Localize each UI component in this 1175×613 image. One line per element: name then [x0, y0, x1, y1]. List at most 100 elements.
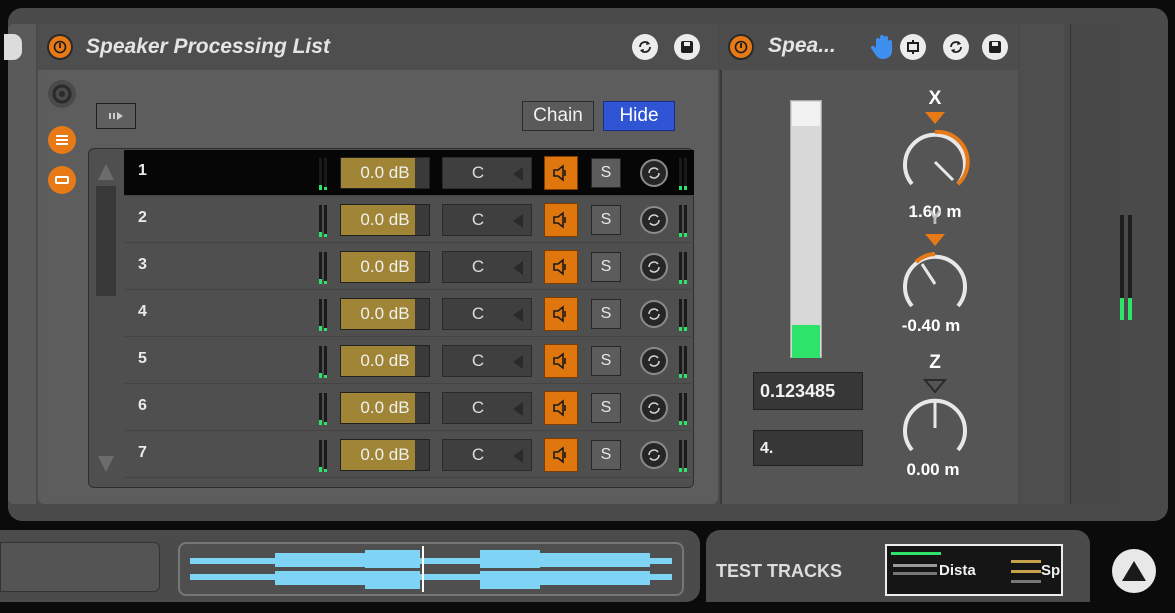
speaker-device-title: Spea... — [768, 34, 836, 57]
save-preset-icon[interactable] — [4, 34, 22, 60]
power-icon[interactable] — [728, 34, 754, 60]
pan-value: C — [471, 257, 485, 276]
chain-row[interactable]: 1 0.0 dB C S — [124, 150, 694, 196]
volume-slider[interactable]: 0.0 dB — [340, 392, 430, 424]
test-tracks-label: TEST TRACKS — [716, 561, 842, 581]
output-meter-panel — [1070, 24, 1120, 504]
row-meter-out — [678, 158, 690, 190]
level-meter-peak — [792, 102, 820, 126]
pan-value: C — [471, 351, 485, 370]
row-meter-out — [678, 393, 690, 425]
chain-row-number: 1 — [138, 162, 147, 179]
solo-button[interactable]: S — [591, 440, 621, 470]
triangle-up-icon[interactable] — [1112, 549, 1156, 593]
row-meter-in — [318, 440, 330, 472]
mute-speaker-icon[interactable] — [544, 250, 578, 284]
chain-row[interactable]: 5 0.0 dB C S — [124, 338, 694, 384]
expand-chain-button[interactable] — [96, 103, 136, 129]
volume-slider[interactable]: 0.0 dB — [340, 204, 430, 236]
row-meter-out — [678, 252, 690, 284]
pan-value: C — [471, 163, 485, 182]
previous-device-stub — [8, 24, 36, 504]
chain-row-number: 6 — [138, 397, 147, 414]
mute-speaker-icon[interactable] — [544, 203, 578, 237]
knob-y[interactable] — [898, 234, 972, 322]
mute-speaker-icon[interactable] — [544, 391, 578, 425]
pan-slider[interactable]: C — [442, 392, 532, 424]
chain-row-number: 3 — [138, 256, 147, 273]
pan-slider[interactable]: C — [442, 345, 532, 377]
pan-value: C — [471, 304, 485, 323]
knob-x[interactable] — [898, 112, 972, 200]
chain-button[interactable]: Chain — [522, 101, 594, 131]
volume-slider[interactable]: 0.0 dB — [340, 345, 430, 377]
chain-row[interactable]: 2 0.0 dB C S — [124, 197, 694, 243]
mute-speaker-icon[interactable] — [544, 156, 578, 190]
solo-button[interactable]: S — [591, 393, 621, 423]
volume-value: 0.0 dB — [360, 210, 410, 229]
hot-swap-icon[interactable] — [632, 34, 658, 60]
volume-value: 0.0 dB — [360, 257, 410, 276]
row-meter-in — [318, 158, 330, 190]
show-devices-icon[interactable] — [48, 166, 76, 194]
solo-button[interactable]: S — [591, 252, 621, 282]
hot-swap-icon[interactable] — [640, 300, 668, 328]
hot-swap-icon[interactable] — [640, 441, 668, 469]
clip-thumbnail[interactable]: Dista Sp — [885, 544, 1063, 596]
pan-slider[interactable]: C — [442, 298, 532, 330]
row-meter-in — [318, 346, 330, 378]
solo-button[interactable]: S — [591, 346, 621, 376]
row-meter-in — [318, 393, 330, 425]
chain-row[interactable]: 4 0.0 dB C S — [124, 291, 694, 337]
chain-row[interactable]: 3 0.0 dB C S — [124, 244, 694, 290]
volume-slider[interactable]: 0.0 dB — [340, 439, 430, 471]
value-display[interactable]: 0.123485 — [753, 372, 863, 410]
power-icon[interactable] — [47, 34, 73, 60]
solo-button[interactable]: S — [591, 158, 621, 188]
pan-value: C — [471, 398, 485, 417]
waveform-overview[interactable] — [178, 542, 684, 596]
pan-slider[interactable]: C — [442, 157, 532, 189]
output-meter-right-level — [1128, 298, 1132, 320]
number-box[interactable]: 4. — [753, 430, 863, 466]
knob-z-label: Z — [929, 352, 941, 373]
mute-speaker-icon[interactable] — [544, 438, 578, 472]
volume-slider[interactable]: 0.0 dB — [340, 251, 430, 283]
volume-value: 0.0 dB — [360, 163, 410, 182]
pan-slider[interactable]: C — [442, 204, 532, 236]
volume-value: 0.0 dB — [360, 304, 410, 323]
hand-icon[interactable] — [868, 32, 898, 62]
chain-list-icon[interactable] — [48, 126, 76, 154]
chain-row[interactable]: 6 0.0 dB C S — [124, 385, 694, 431]
row-meter-out — [678, 299, 690, 331]
map-icon[interactable] — [900, 34, 926, 60]
pan-slider[interactable]: C — [442, 251, 532, 283]
hot-swap-icon[interactable] — [640, 347, 668, 375]
pan-slider[interactable]: C — [442, 439, 532, 471]
save-preset-icon[interactable] — [674, 34, 700, 60]
solo-button[interactable]: S — [591, 299, 621, 329]
save-preset-icon[interactable] — [982, 34, 1008, 60]
pan-value: C — [471, 210, 485, 229]
hot-swap-icon[interactable] — [943, 34, 969, 60]
hot-swap-icon[interactable] — [640, 253, 668, 281]
hot-swap-icon[interactable] — [640, 206, 668, 234]
device-title: Speaker Processing List — [86, 35, 330, 58]
clip-field[interactable] — [0, 542, 160, 592]
hot-swap-icon[interactable] — [640, 394, 668, 422]
mute-speaker-icon[interactable] — [544, 344, 578, 378]
clip-label-1: Dista — [939, 562, 976, 579]
volume-slider[interactable]: 0.0 dB — [340, 157, 430, 189]
row-meter-out — [678, 205, 690, 237]
volume-value: 0.0 dB — [360, 398, 410, 417]
hot-swap-icon[interactable] — [640, 159, 668, 187]
knob-z[interactable] — [898, 378, 972, 466]
solo-button[interactable]: S — [591, 205, 621, 235]
mute-speaker-icon[interactable] — [544, 297, 578, 331]
knob-y-value: -0.40 m — [901, 316, 961, 335]
hide-button[interactable]: Hide — [603, 101, 675, 131]
macro-knob-icon[interactable] — [48, 80, 76, 108]
scrollbar-thumb[interactable] — [96, 186, 116, 296]
volume-slider[interactable]: 0.0 dB — [340, 298, 430, 330]
chain-row[interactable]: 7 0.0 dB C S — [124, 432, 694, 478]
